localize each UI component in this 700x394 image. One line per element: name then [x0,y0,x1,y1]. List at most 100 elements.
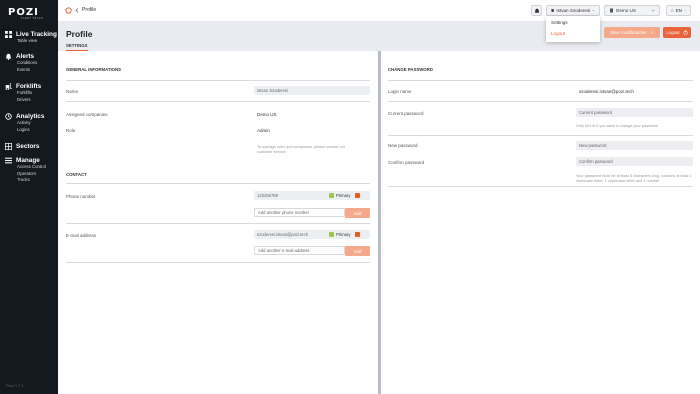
new-password-input[interactable]: New password [576,141,693,150]
bell-icon [5,53,12,60]
manage-icon [5,157,12,163]
add-phone-input[interactable]: Add another phone number [254,208,345,217]
primary-check-icon [329,232,334,237]
phone-label: Phone number [66,194,96,199]
tab-settings[interactable]: SETTINGS [66,43,88,51]
profile-info-panel: GENERAL INFORMATIONS Name Istvan Szodere… [58,51,378,394]
nav-events[interactable]: Events [17,67,37,74]
logout-button[interactable]: Logout [663,27,691,38]
role-label: Role [66,128,76,133]
nav-analytics-head[interactable]: Analytics [5,112,44,120]
user-menu-button[interactable]: Istvan Szoderesi [546,5,600,16]
nav-alerts-label: Alerts [16,52,35,60]
save-modifications-button[interactable]: Save modifications ✓ [604,27,660,38]
nav-forklifts-label: Forklifts [16,82,42,90]
roles-hint: To manage roles and companies, please co… [257,145,346,154]
assigned-companies-label: Assigned companies [66,112,108,117]
divider [388,135,693,136]
delete-email-icon[interactable] [355,232,360,237]
language-selector[interactable]: EN [666,5,691,16]
change-password-title: CHANGE PASSWORD [388,67,433,72]
nav-manage-label: Manage [16,156,40,164]
password-rules-hint: Your password must be at least 8 charact… [576,174,692,183]
confirm-password-input[interactable]: Confirm password [576,157,693,166]
nav-live-tracking-label: Live Tracking [16,30,57,38]
nav-live-tracking: Live Tracking Table view [5,30,57,45]
nav-alerts-head[interactable]: Alerts [5,52,37,60]
page-title: Profile [66,29,93,39]
refresh-icon[interactable] [65,7,72,14]
divider [66,183,370,184]
current-password-hint: Only fill it in if you want to change yo… [576,124,659,128]
save-modifications-label: Save modifications [610,30,647,35]
nav-table-view[interactable]: Table view [17,38,57,45]
nav-manage: Manage Access Control Operators Trucks [5,156,46,184]
primary-label: Primary [336,232,351,237]
bell-icon [534,8,539,13]
divider [388,101,693,102]
general-info-title: GENERAL INFORMATIONS [66,67,121,72]
nav-drivers[interactable]: Drivers [17,97,41,104]
divider [66,223,370,224]
user-icon [551,8,555,13]
language-code: EN [675,8,682,13]
nav-analytics: Analytics Activity Logins [5,112,44,133]
nav-sectors: Sectors [5,142,39,150]
chevron-down-icon [651,9,655,12]
globe-icon [671,9,674,12]
nav-alerts: Alerts Conditions Events [5,52,37,73]
name-field[interactable]: Istvan Szoderesi [254,86,370,95]
assigned-companies-value: Demo US [257,112,277,117]
app-logo-subtitle: FLEET TRACK [21,17,44,20]
new-password-label: New password [388,143,418,148]
live-tracking-icon [5,30,12,38]
nav-manage-head[interactable]: Manage [5,156,46,164]
sectors-icon [5,142,12,150]
current-password-input[interactable]: Current password [576,108,693,117]
phone-primary-toggle[interactable]: Primary [329,193,350,198]
divider [388,186,693,187]
phone-field[interactable]: 123456789 [254,191,370,200]
user-menu-dropdown: Settings Logout [546,16,600,42]
divider [66,262,370,263]
nav-forklifts-head[interactable]: Forklifts [5,82,41,90]
forklift-icon [5,82,12,90]
power-icon [683,30,688,35]
name-label: Name [66,89,79,94]
nav-sectors-head[interactable]: Sectors [5,142,39,150]
confirm-password-label: Confirm password [388,160,425,165]
nav-logins[interactable]: Logins [17,127,44,134]
email-label: E-mail address [66,233,97,238]
add-phone-button[interactable]: Add [345,208,370,218]
back-chevron-icon[interactable] [75,8,79,13]
current-password-label: Current password [388,111,424,116]
chevron-down-icon [684,10,686,12]
nav-sectors-label: Sectors [16,142,40,150]
nav-conditions[interactable]: Conditions [17,60,37,67]
email-field[interactable]: szoderesi.istvan@pozi.tech [254,230,370,239]
sidebar: POZI FLEET TRACK Live Tracking Table vie… [0,0,58,394]
email-primary-toggle[interactable]: Primary [329,232,350,237]
nav-forklifts: Forklifts Forklifts Drivers [5,82,41,103]
check-icon: ✓ [650,29,654,35]
building-icon [610,8,613,13]
menu-item-logout[interactable]: Logout [546,27,600,38]
contact-title: CONTACT [66,172,87,177]
company-selector[interactable]: Demo US [604,5,660,16]
add-email-input[interactable]: Add another e-mail address [254,246,345,255]
nav-access-control[interactable]: Access Control [17,164,46,171]
role-value: Admin [257,128,270,133]
nav-live-tracking-head[interactable]: Live Tracking [5,30,57,38]
primary-label: Primary [336,193,351,198]
nav-trucks[interactable]: Trucks [17,177,46,184]
company-name: Demo US [616,8,636,13]
user-name: Istvan Szoderesi [556,8,591,13]
app-version: Pozi 1.7.1 [6,383,24,388]
divider [66,80,370,81]
notifications-button[interactable] [531,5,542,16]
add-email-button[interactable]: Add [345,246,370,256]
divider [388,80,693,81]
delete-phone-icon[interactable] [355,193,360,198]
menu-item-settings[interactable]: Settings [546,16,600,27]
change-password-panel: CHANGE PASSWORD Login name szoderesi.ist… [381,51,700,394]
